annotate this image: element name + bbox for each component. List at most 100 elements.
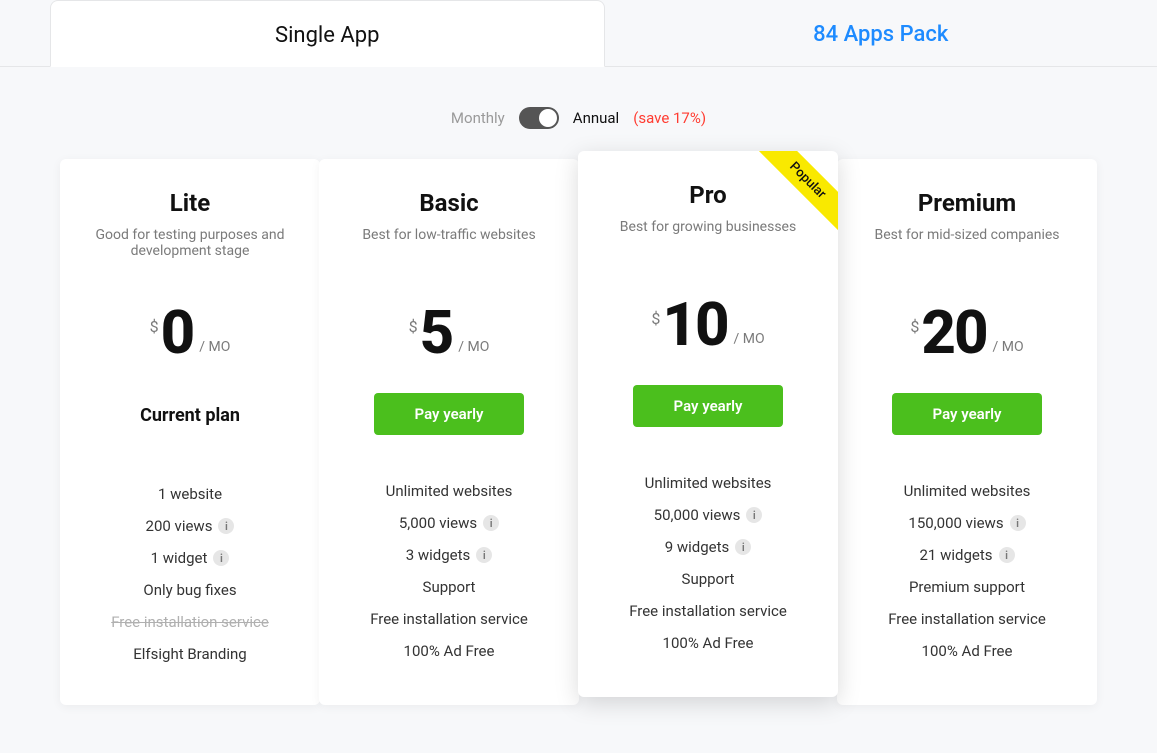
price-amount: 0	[161, 303, 194, 363]
plan-feature: Support	[600, 563, 816, 595]
plan-feature-text: 100% Ad Free	[922, 642, 1013, 660]
billing-monthly-label[interactable]: Monthly	[451, 109, 505, 127]
plan-feature-text: 50,000 views	[654, 506, 741, 524]
plan-feature: 150,000 views i	[859, 507, 1075, 539]
plan-tagline: Best for low-traffic websites	[341, 227, 557, 263]
plan-feature-text: Unlimited websites	[904, 482, 1031, 500]
pay-yearly-button[interactable]: Pay yearly	[892, 393, 1042, 435]
plan-card-basic: BasicBest for low-traffic websites$5/ MO…	[319, 159, 579, 705]
plan-feature: Only bug fixes	[82, 574, 298, 606]
billing-save-label: (save 17%)	[633, 109, 706, 127]
info-icon[interactable]: i	[999, 547, 1015, 563]
plan-feature: 3 widgets i	[341, 539, 557, 571]
plan-name: Basic	[341, 189, 557, 217]
tab-single-app[interactable]: Single App	[50, 0, 605, 67]
current-plan-label: Current plan	[140, 393, 240, 438]
plan-price: $5/ MO	[341, 303, 557, 363]
price-period: / MO	[734, 331, 765, 347]
plan-feature-text: Support	[423, 578, 476, 596]
info-icon[interactable]: i	[735, 539, 751, 555]
tab-apps-pack-label: 84 Apps Pack	[813, 22, 948, 47]
plan-tagline: Best for growing businesses	[600, 219, 816, 255]
plan-feature-list: 1 website200 viewsi1 widgetiOnly bug fix…	[82, 478, 298, 670]
price-currency: $	[910, 317, 919, 336]
plan-feature: 5,000 views i	[341, 507, 557, 539]
billing-toggle-row: Monthly Annual (save 17%)	[0, 107, 1157, 129]
plan-feature: Unlimited websites	[341, 475, 557, 507]
tab-apps-pack[interactable]: 84 Apps Pack	[605, 0, 1157, 66]
pay-yearly-button[interactable]: Pay yearly	[633, 385, 783, 427]
plan-feature-text: Free installation service	[111, 613, 269, 631]
pay-yearly-button[interactable]: Pay yearly	[374, 393, 524, 435]
plan-feature: Free installation service	[859, 603, 1075, 635]
plan-feature: 21 widgets i	[859, 539, 1075, 571]
plan-feature: Elfsight Branding	[82, 638, 298, 670]
info-icon[interactable]: i	[218, 518, 234, 534]
plan-feature-text: 21 widgets	[920, 546, 993, 564]
plan-price: $10 / MO	[600, 295, 816, 355]
pricing-plans: LiteGood for testing purposes and develo…	[0, 159, 1157, 705]
plan-feature-text: 150,000 views	[908, 514, 1003, 532]
plan-card-premium: Premium Best for mid-sized companies $20 / …	[837, 159, 1097, 705]
plan-feature: 50,000 views i	[600, 499, 816, 531]
price-period: / MO	[199, 339, 230, 355]
billing-annual-label[interactable]: Annual	[573, 109, 619, 127]
plan-feature-text: 100% Ad Free	[663, 634, 754, 652]
plan-feature: Support	[341, 571, 557, 603]
plan-feature-text: 3 widgets	[406, 546, 471, 564]
plan-feature: 9 widgets i	[600, 531, 816, 563]
plan-feature-text: Free installation service	[629, 602, 787, 620]
plan-tagline: Best for mid-sized companies	[859, 227, 1075, 263]
plan-feature: 100% Ad Free	[859, 635, 1075, 667]
plan-card-lite: LiteGood for testing purposes and develo…	[60, 159, 320, 705]
plan-feature-list: Unlimited websites 5,000 views i 3 widgets i…	[341, 475, 557, 667]
plan-price: $20 / MO	[859, 303, 1075, 363]
info-icon[interactable]: i	[1010, 515, 1026, 531]
price-period: / MO	[993, 339, 1024, 355]
plan-card-pro: PopularProBest for growing businesses$10…	[578, 151, 838, 697]
info-icon[interactable]: i	[746, 507, 762, 523]
price-amount: 5	[420, 303, 453, 363]
plan-feature: Free installation service	[82, 606, 298, 638]
price-currency: $	[150, 317, 159, 336]
price-amount: 10	[662, 295, 727, 355]
plan-feature: 1 website	[82, 478, 298, 510]
price-currency: $	[651, 309, 660, 328]
info-icon[interactable]: i	[476, 547, 492, 563]
plan-name: Pro	[600, 181, 816, 209]
plan-feature-list: Unlimited websites150,000 viewsi21 widge…	[859, 475, 1075, 667]
billing-switch[interactable]	[519, 107, 559, 129]
plan-feature-text: Elfsight Branding	[133, 645, 246, 663]
plan-feature: 200 views i	[82, 510, 298, 542]
plan-feature-text: Free installation service	[370, 610, 528, 628]
plan-price: $0 / MO	[82, 303, 298, 363]
plan-feature-text: Unlimited websites	[645, 474, 772, 492]
plan-feature: 100% Ad Free	[600, 627, 816, 659]
plan-feature: 100% Ad Free	[341, 635, 557, 667]
price-period: / MO	[458, 339, 489, 355]
plan-name: Premium	[859, 189, 1075, 217]
plan-feature-text: 200 views	[146, 517, 213, 535]
plan-feature-text: Free installation service	[888, 610, 1046, 628]
billing-switch-knob	[539, 109, 557, 127]
plan-feature-text: 5,000 views	[399, 514, 477, 532]
plan-feature-list: Unlimited websites50,000 viewsi9 widgets…	[600, 467, 816, 659]
plan-feature-text: 1 website	[158, 485, 222, 503]
plan-feature-text: 9 widgets	[665, 538, 730, 556]
price-amount: 20	[921, 303, 986, 363]
plan-feature: Premium support	[859, 571, 1075, 603]
plan-feature-text: Premium support	[909, 578, 1025, 596]
plan-feature-text: 100% Ad Free	[404, 642, 495, 660]
plan-feature-text: Only bug fixes	[143, 581, 236, 599]
plan-name: Lite	[82, 189, 298, 217]
pricing-tabs: Single App 84 Apps Pack	[0, 0, 1157, 67]
plan-feature-text: Support	[682, 570, 735, 588]
plan-feature: 1 widget i	[82, 542, 298, 574]
info-icon[interactable]: i	[483, 515, 499, 531]
plan-feature-text: Unlimited websites	[386, 482, 513, 500]
plan-feature: Unlimited websites	[600, 467, 816, 499]
plan-feature: Free installation service	[600, 595, 816, 627]
info-icon[interactable]: i	[213, 550, 229, 566]
plan-feature: Free installation service	[341, 603, 557, 635]
plan-feature-text: 1 widget	[151, 549, 208, 567]
